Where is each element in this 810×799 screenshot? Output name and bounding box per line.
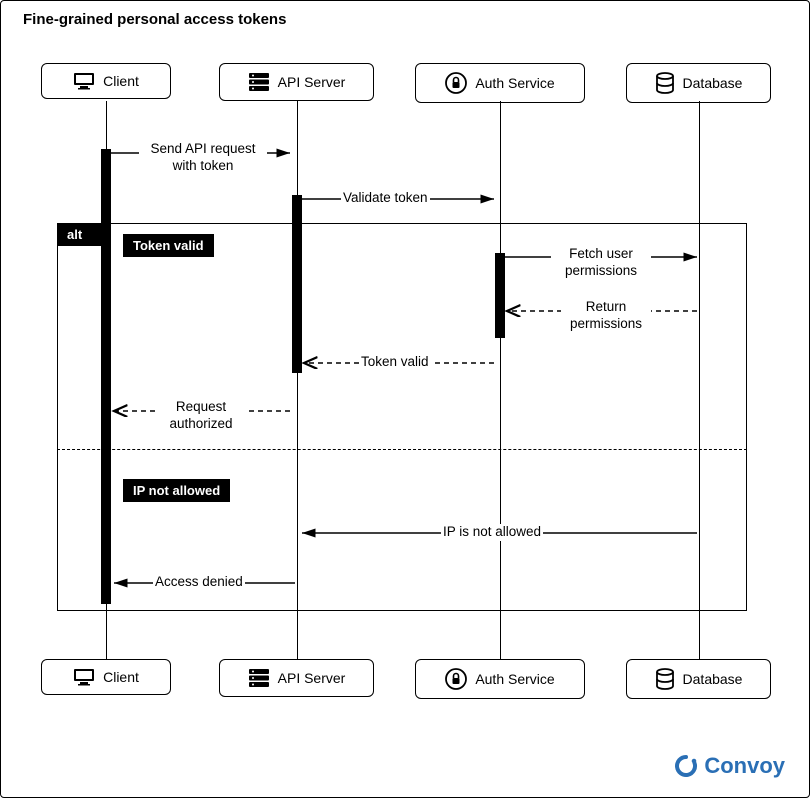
alt-operator-label: alt [57, 223, 109, 246]
participant-label: API Server [278, 670, 346, 686]
brand-text: Convoy [704, 753, 785, 779]
alt-guard-invalid: IP not allowed [123, 479, 230, 502]
participant-label: Auth Service [475, 671, 554, 687]
monitor-icon [73, 668, 95, 686]
database-icon [655, 668, 675, 690]
lock-icon [445, 668, 467, 690]
alt-fragment [57, 223, 747, 611]
msg-send-request: Send API request with token [139, 141, 267, 175]
alt-guard-valid: Token valid [123, 234, 214, 257]
msg-validate-token: Validate token [341, 190, 430, 207]
participant-client-bottom: Client [41, 659, 171, 695]
server-icon [248, 668, 270, 688]
brand-logo: Convoy [674, 753, 785, 779]
diagram-frame: Fine-grained personal access tokens Clie… [0, 0, 810, 798]
participant-api-bottom: API Server [219, 659, 374, 697]
alt-divider [57, 449, 747, 450]
participant-auth-bottom: Auth Service [415, 659, 585, 699]
participant-label: Client [103, 669, 139, 685]
convoy-icon [674, 754, 698, 778]
participant-db-bottom: Database [626, 659, 771, 699]
participant-label: Database [683, 671, 743, 687]
